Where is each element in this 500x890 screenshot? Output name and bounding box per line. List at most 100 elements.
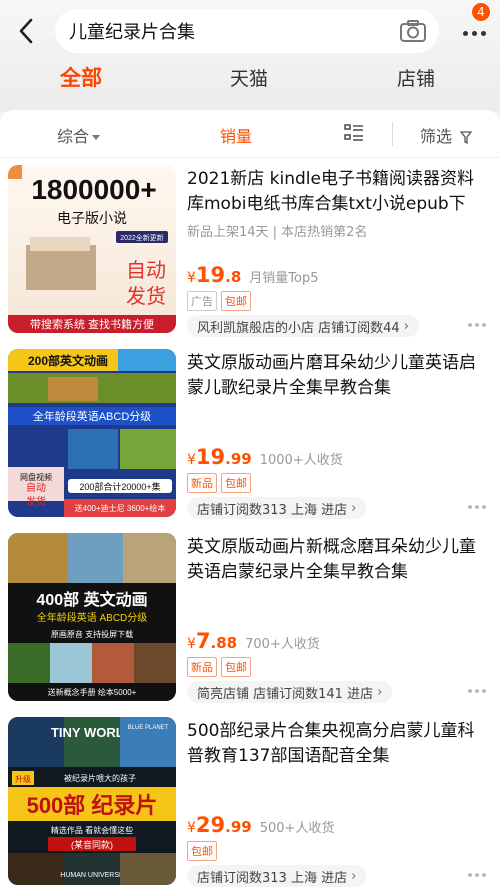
tag-list: 新品 包邮 <box>187 657 251 677</box>
thumb2-top: 200部英文动画 <box>28 353 108 368</box>
price-row: ¥19.99 1000+人收货 <box>187 445 343 469</box>
chevron-right-icon: › <box>351 500 357 516</box>
sales-count: 1000+人收货 <box>259 453 343 468</box>
thumb1-foot: 带搜索系统 查找书籍方便 <box>30 317 154 331</box>
sort-comprehensive-label: 综合 <box>57 127 90 146</box>
product-card-1[interactable]: 1800000+ 电子版小说 2022全新更新 自动 发货 带搜索系统 查找书籍… <box>0 165 500 345</box>
notification-badge: 4 <box>471 2 491 22</box>
svg-text:发货: 发货 <box>26 495 46 508</box>
product-title[interactable]: 英文原版动画片新概念磨耳朵幼少儿童英语启蒙纪录片全集早教合集 <box>187 535 487 585</box>
thumb4-box: (某音同款) <box>71 839 113 850</box>
thumb4-human: HUMAN UNIVERSE <box>60 872 124 879</box>
price-row: ¥19.8 月销量Top5 <box>187 263 319 287</box>
thumb4-sub: 精选作品 看就会懂这些 <box>51 825 133 835</box>
top-bar: 儿童纪录片合集 4 全部 天猫 店铺 <box>0 0 500 112</box>
sales-count: 月销量Top5 <box>249 271 319 286</box>
thumb3-sub: 全年龄段英语 ABCD分级 <box>37 611 148 624</box>
scope-tabs: 全部 天猫 店铺 <box>0 60 500 100</box>
sales-count: 700+人收货 <box>245 637 320 652</box>
svg-text:自动: 自动 <box>26 481 46 494</box>
product-info-1: 2021新店 kindle电子书籍阅读器资料库mobi电纸书库合集txt小说ep… <box>187 167 487 337</box>
free-shipping-tag: 包邮 <box>221 473 251 493</box>
tag-list: 新品 包邮 <box>187 473 251 493</box>
search-bar[interactable]: 儿童纪录片合集 <box>55 9 439 53</box>
product-info-3: 英文原版动画片新概念磨耳朵幼少儿童英语启蒙纪录片全集早教合集 ¥7.88 700+… <box>187 535 487 703</box>
more-options-icon[interactable] <box>468 689 486 693</box>
shop-name: 风利凯旗般店的小店 店铺订阅数44 <box>197 320 400 336</box>
layout-toggle-button[interactable] <box>344 123 364 147</box>
product-card-2[interactable]: 200部英文动画 全年龄段英语ABCD分级 网盘视频 自动 发货 200部合计2… <box>0 349 500 529</box>
product-image-1[interactable]: 1800000+ 电子版小说 2022全新更新 自动 发货 带搜索系统 查找书籍… <box>8 165 176 333</box>
product-card-3[interactable]: 400部 英文动画 全年龄段英语 ABCD分级 原画原音 支持投屏下载 送新概念… <box>0 533 500 713</box>
back-button[interactable] <box>12 14 40 48</box>
thumb1-sub: 电子版小说 <box>57 210 127 226</box>
shop-name: 店铺订阅数313 上海 进店 <box>197 870 348 886</box>
product-meta: 新品上架14天 | 本店热销第2名 <box>187 225 368 240</box>
back-arrow-icon <box>19 18 33 44</box>
thumb4-big: 500部 纪录片 <box>27 793 158 818</box>
camera-icon[interactable] <box>399 18 427 48</box>
thumb2-band: 全年龄段英语ABCD分级 <box>33 409 152 423</box>
sort-bar: 综合 销量 筛选 <box>0 110 500 158</box>
filter-button[interactable]: 筛选 <box>420 123 473 147</box>
search-input[interactable]: 儿童纪录片合集 <box>69 18 195 44</box>
product-image-4[interactable]: TINY WORLD BLUE PLANET 升级 被纪录片喂大的孩子 500部… <box>8 717 176 885</box>
tag-list: 广告 包邮 <box>187 291 251 311</box>
thumb3-foot: 送新概念手册 绘本5000+ <box>48 687 137 697</box>
svg-text:网盘视频: 网盘视频 <box>20 472 52 482</box>
svg-text:发货: 发货 <box>126 285 166 308</box>
results-panel: 综合 销量 筛选 1800000+ 电子版小说 2022全新更新 自动 发货 带… <box>0 110 500 890</box>
product-info-4: 500部纪录片合集央视高分启蒙儿童科普教育137部国语配音全集 ¥29.99 50… <box>187 719 487 887</box>
chevron-right-icon: › <box>403 318 409 334</box>
price-row: ¥29.99 500+人收货 <box>187 813 335 837</box>
free-shipping-tag: 包邮 <box>221 657 251 677</box>
price: 19.99 <box>195 445 252 469</box>
sort-divider <box>392 122 393 146</box>
more-options-icon[interactable] <box>468 873 486 877</box>
product-title[interactable]: 500部纪录片合集央视高分启蒙儿童科普教育137部国语配音全集 <box>187 719 487 769</box>
product-image-2[interactable]: 200部英文动画 全年龄段英语ABCD分级 网盘视频 自动 发货 200部合计2… <box>8 349 176 517</box>
thumb2-foot2: 送400+迪士尼 3600+绘本 <box>75 503 166 513</box>
tab-all[interactable]: 全部 <box>60 62 102 92</box>
thumb3-note: 原画原音 支持投屏下载 <box>51 629 133 639</box>
price-row: ¥7.88 700+人收货 <box>187 629 320 653</box>
shop-link[interactable]: 简亮店铺 店铺订阅数141 进店 › <box>187 681 393 703</box>
thumb4-up: 升级 <box>15 774 31 784</box>
ad-tag: 广告 <box>187 291 217 311</box>
sort-comprehensive[interactable]: 综合 <box>57 123 101 147</box>
new-tag: 新品 <box>187 657 217 677</box>
product-info-2: 英文原版动画片磨耳朵幼少儿童英语启蒙儿歌纪录片全集早教合集 ¥19.99 1000… <box>187 351 487 519</box>
svg-text:自动: 自动 <box>126 259 166 282</box>
thumb4-blue: BLUE PLANET <box>128 725 169 731</box>
price: 19.8 <box>195 263 242 287</box>
sales-count: 500+人收货 <box>259 821 335 836</box>
price: 7.88 <box>195 629 238 653</box>
tab-shop[interactable]: 店铺 <box>397 64 435 91</box>
more-options-icon[interactable] <box>468 323 486 327</box>
caret-down-icon <box>92 135 101 140</box>
more-options-icon[interactable] <box>468 505 486 509</box>
free-shipping-tag: 包邮 <box>187 841 217 861</box>
thumb1-tag: 2022全新更新 <box>120 233 164 242</box>
tab-tmall[interactable]: 天猫 <box>230 64 268 91</box>
chevron-right-icon: › <box>351 868 357 884</box>
chevron-right-icon: › <box>377 684 383 700</box>
thumb2-foot1: 200部合计20000+集 <box>79 481 160 492</box>
tag-list: 包邮 <box>187 841 217 861</box>
shop-link[interactable]: 风利凯旗般店的小店 店铺订阅数44 › <box>187 315 419 337</box>
free-shipping-tag: 包邮 <box>221 291 251 311</box>
product-title[interactable]: 2021新店 kindle电子书籍阅读器资料库mobi电纸书库合集txt小说ep… <box>187 167 487 217</box>
new-tag: 新品 <box>187 473 217 493</box>
price: 29.99 <box>195 813 252 837</box>
product-title[interactable]: 英文原版动画片磨耳朵幼少儿童英语启蒙儿歌纪录片全集早教合集 <box>187 351 487 401</box>
shop-name: 简亮店铺 店铺订阅数141 进店 <box>197 686 374 702</box>
funnel-icon <box>459 131 473 145</box>
more-dots-icon <box>462 30 486 36</box>
sort-sales[interactable]: 销量 <box>220 123 252 147</box>
shop-link[interactable]: 店铺订阅数313 上海 进店 › <box>187 865 367 887</box>
filter-label: 筛选 <box>420 127 453 146</box>
shop-link[interactable]: 店铺订阅数313 上海 进店 › <box>187 497 367 519</box>
product-card-4[interactable]: TINY WORLD BLUE PLANET 升级 被纪录片喂大的孩子 500部… <box>0 717 500 890</box>
product-image-3[interactable]: 400部 英文动画 全年龄段英语 ABCD分级 原画原音 支持投屏下载 送新概念… <box>8 533 176 701</box>
thumb4-small: 被纪录片喂大的孩子 <box>64 773 136 783</box>
